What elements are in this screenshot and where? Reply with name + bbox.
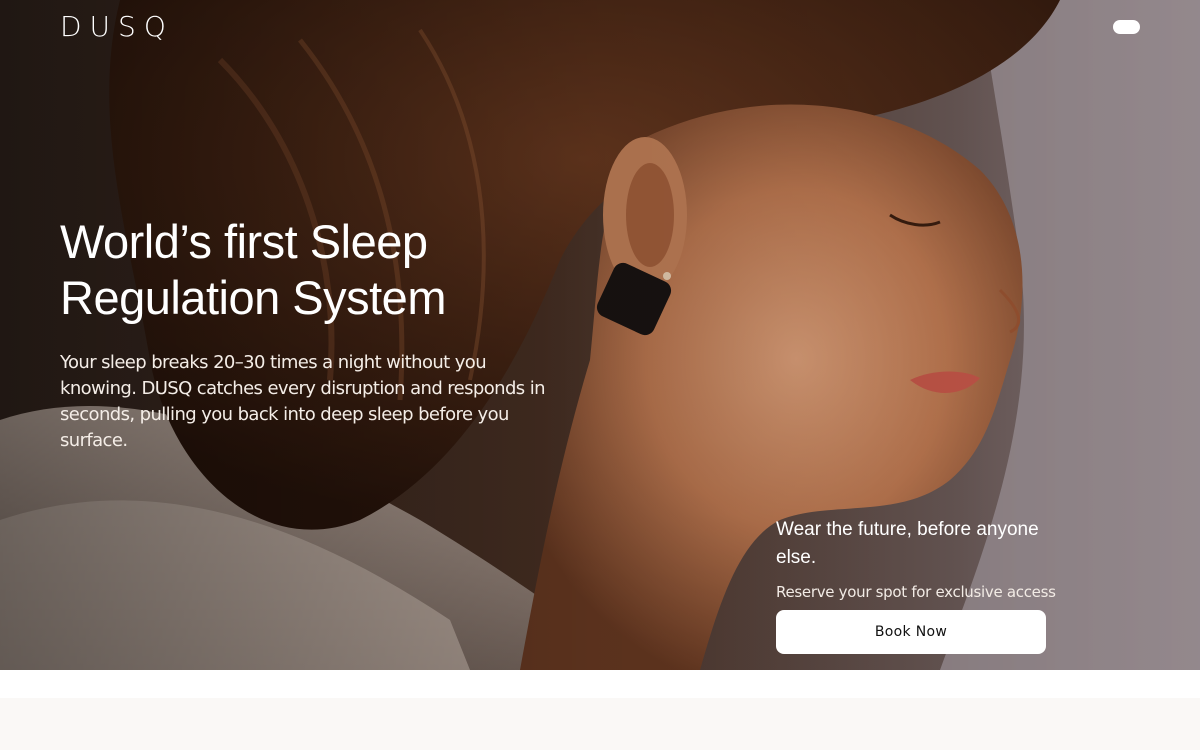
next-section <box>0 670 1200 750</box>
next-section-band <box>0 698 1200 750</box>
book-now-button[interactable]: Book Now <box>776 610 1046 654</box>
cta-panel: Wear the future, before anyone else. Res… <box>776 516 1076 654</box>
cta-title: Wear the future, before anyone else. <box>776 519 1039 568</box>
menu-pill-icon[interactable] <box>1113 20 1140 34</box>
cta-subtitle: Reserve your spot for exclusive access <box>776 583 1056 601</box>
headline-line-2: Regulation System <box>60 271 446 324</box>
brand-logo[interactable]: DUSQ <box>60 10 174 43</box>
hero-subcopy: Your sleep breaks 20–30 times a night wi… <box>60 352 546 451</box>
hero-headline: World’s first Sleep Regulation System <box>60 214 580 326</box>
headline-line-1: World’s first Sleep <box>60 215 428 268</box>
hero-section: DUSQ World’s first Sleep Regulation Syst… <box>0 0 1200 670</box>
